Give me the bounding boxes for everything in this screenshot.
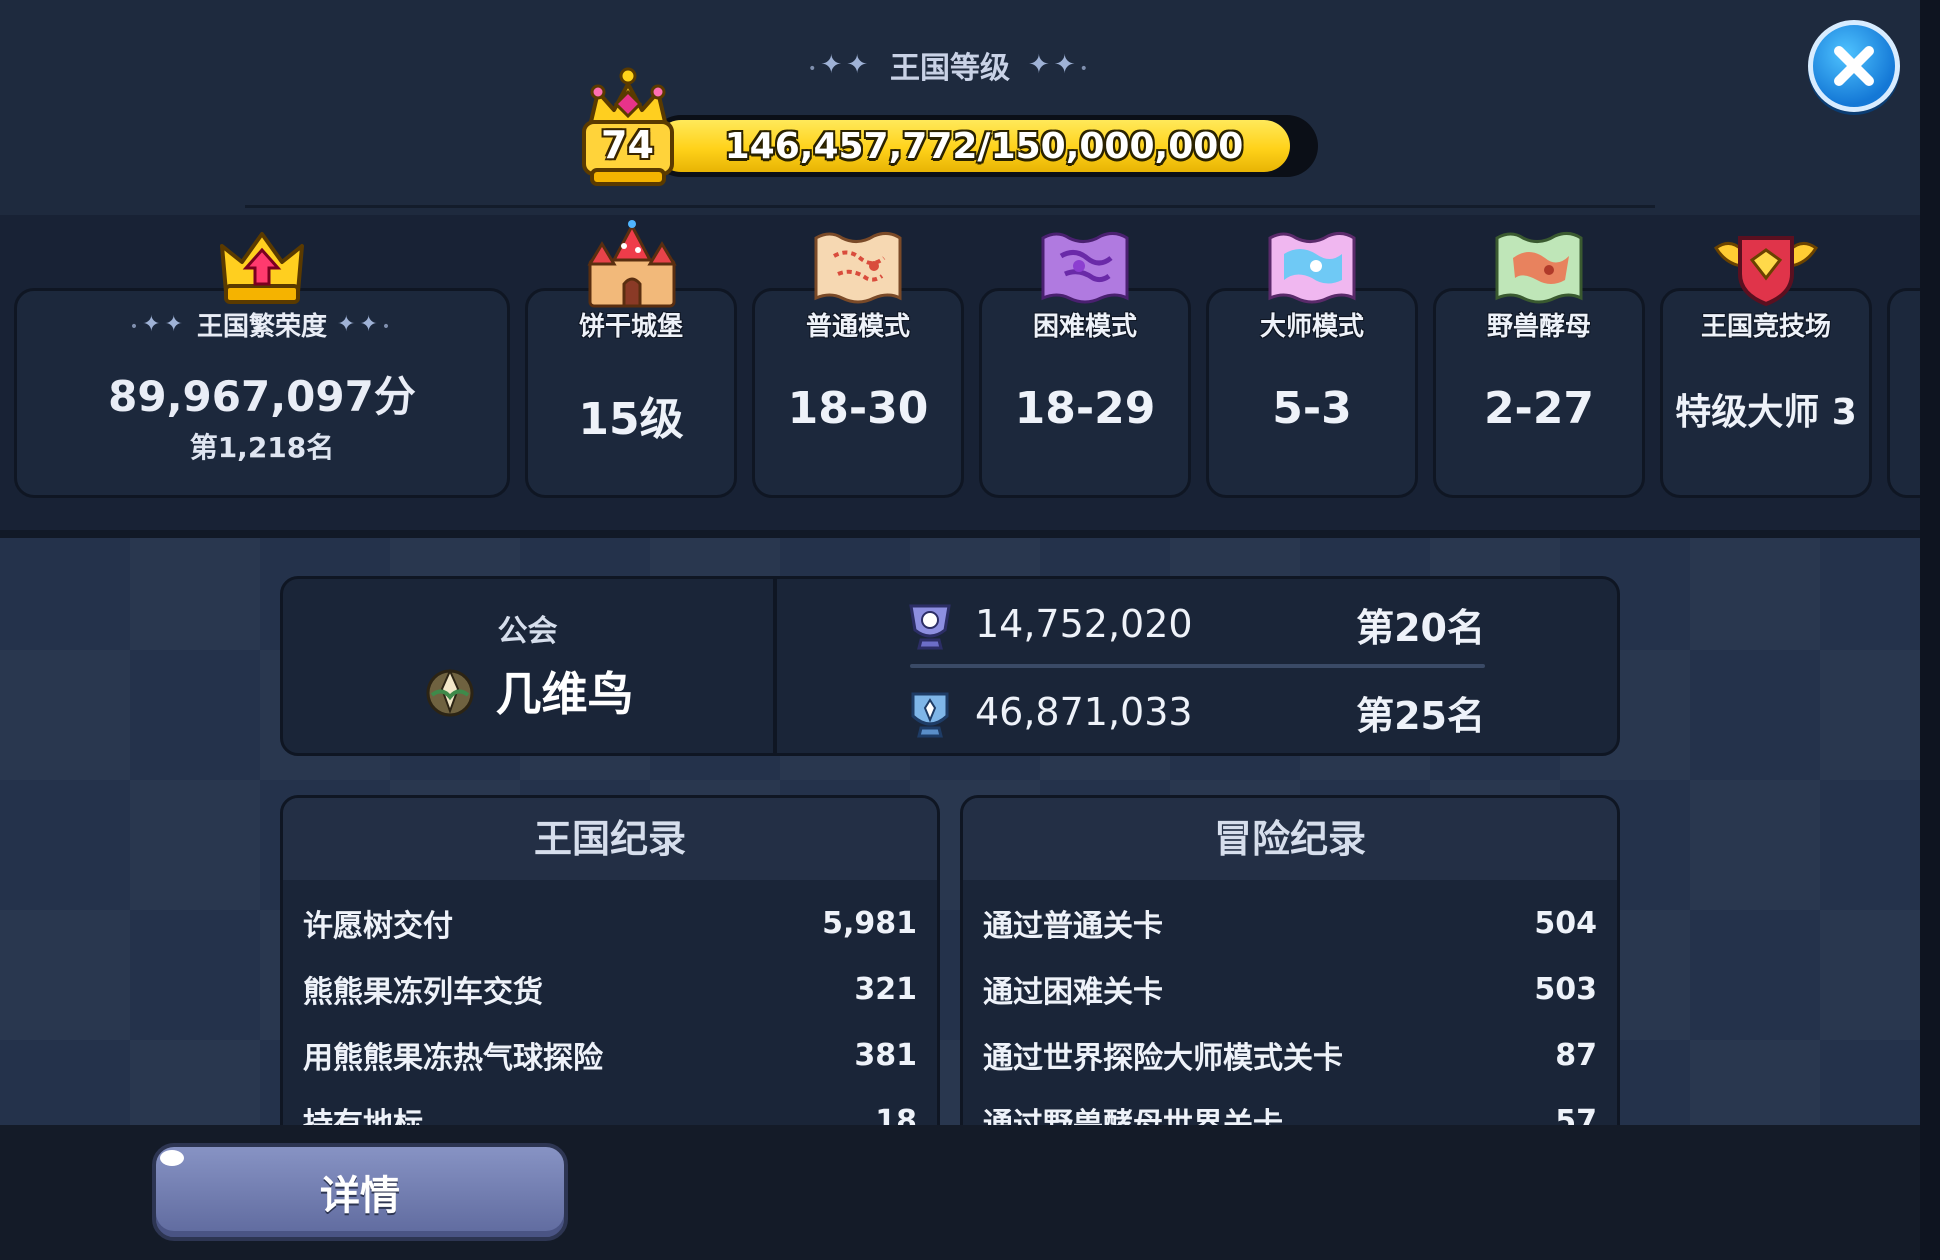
stat-card-label: 野兽酵母 — [1486, 312, 1591, 342]
prosperity-label-row: •✦✦ 王国繁荣度 ✦✦• — [17, 306, 507, 343]
record-label: 通过世界探险大师模式关卡 — [983, 1041, 1343, 1076]
stat-card-label: 困难模式 — [1032, 312, 1137, 342]
sparkle-left-icon: •✦✦ — [808, 50, 872, 80]
stat-card-label: 王国竞技场 — [1700, 312, 1831, 342]
stat-card-label: 普通模式 — [805, 312, 910, 342]
prosperity-card[interactable]: •✦✦ 王国繁荣度 ✦✦• 89,967,097分 第1,218名 — [14, 288, 510, 498]
record-label: 熊熊果冻列车交货 — [303, 975, 543, 1010]
button-shine — [160, 1150, 184, 1166]
screen-edge — [1920, 0, 1940, 1260]
guild-emblem-icon — [426, 668, 473, 717]
kingdom-records-panel: 王国纪录 许愿树交付 5,981 熊熊果冻列车交货 321 用熊熊果冻热气球探险… — [280, 795, 940, 1135]
adventure-records-title: 冒险纪录 — [963, 798, 1617, 880]
guild-stat-rank: 第20名 — [1356, 605, 1485, 650]
stat-card-beast-yeast[interactable]: 野兽酵母 2-27 — [1433, 288, 1645, 498]
stat-card-normal-mode[interactable]: 普通模式 18-30 — [752, 288, 964, 498]
list-item: 熊熊果冻列车交货 321 — [303, 964, 917, 1014]
prosperity-score: 89,967,097分 — [108, 372, 416, 421]
stat-card-label: 大师模式 — [1259, 312, 1364, 342]
guild-name-row[interactable]: 几维鸟 — [280, 658, 775, 724]
arena-shield-icon — [1713, 236, 1819, 307]
guild-name: 几维鸟 — [495, 667, 634, 721]
list-item: 用熊熊果冻热气球探险 381 — [303, 1030, 917, 1080]
record-value: 503 — [1534, 971, 1597, 1007]
stat-card-value: 2-27 — [1483, 383, 1595, 434]
record-label: 通过普通关卡 — [983, 909, 1163, 944]
list-item: 通过困难关卡 503 — [983, 964, 1597, 1014]
guild-stat-value: 14,752,020 — [975, 602, 1193, 646]
stat-card-value: 5-3 — [1272, 383, 1352, 434]
prosperity-label: 王国繁荣度 — [196, 312, 327, 342]
kingdom-level-header — [0, 0, 1920, 215]
list-item: 通过普通关卡 504 — [983, 898, 1597, 948]
master-map-icon — [1268, 231, 1356, 304]
kingdom-level-number: 74 — [601, 123, 654, 167]
record-value: 87 — [1555, 1037, 1597, 1073]
stat-card-label: 饼干城堡 — [578, 312, 683, 342]
kingdom-level-title: 王国等级 — [890, 51, 1010, 86]
sparkle-left-icon: •✦✦ — [129, 312, 187, 337]
stat-card-value: 15级 — [578, 394, 684, 445]
sparkle-right-icon: ✦✦• — [1028, 50, 1092, 80]
guild-stat-row: 46,871,033 第25名 — [905, 682, 1485, 742]
record-value: 381 — [854, 1037, 917, 1073]
guild-label: 公会 — [497, 614, 558, 649]
stat-card-value: 特级大师 3 — [1675, 392, 1857, 433]
guild-alliance-trophy-icon — [911, 692, 949, 738]
stat-card-value: 18-29 — [1014, 383, 1156, 434]
stats-strip-divider — [0, 530, 1920, 538]
detail-button[interactable]: 详情 — [152, 1143, 568, 1241]
header-divider — [245, 205, 1655, 208]
guild-stat-value: 46,871,033 — [975, 690, 1193, 734]
stat-card-hard-mode[interactable]: 困难模式 18-29 — [979, 288, 1191, 498]
record-label: 通过困难关卡 — [983, 975, 1163, 1010]
record-label: 用熊熊果冻热气球探险 — [303, 1041, 603, 1076]
guild-boss-trophy-icon — [909, 604, 951, 650]
hard-map-icon — [1041, 231, 1129, 304]
list-item: 许愿树交付 5,981 — [303, 898, 917, 948]
stat-card-castle[interactable]: 饼干城堡 15级 — [525, 288, 737, 498]
guild-stat-row: 14,752,020 第20名 — [905, 594, 1485, 654]
close-button[interactable] — [1808, 20, 1900, 112]
beast-map-icon — [1495, 231, 1583, 304]
close-icon — [1834, 46, 1874, 86]
record-value: 5,981 — [822, 905, 917, 941]
kingdom-records-title: 王国纪录 — [283, 798, 937, 880]
kingdom-level-title-row: •✦✦ 王国等级 ✦✦• — [0, 45, 1900, 86]
list-item: 通过世界探险大师模式关卡 87 — [983, 1030, 1597, 1080]
adventure-records-panel: 冒险纪录 通过普通关卡 504 通过困难关卡 503 通过世界探险大师模式关卡 … — [960, 795, 1620, 1135]
stat-card-value: 18-30 — [787, 383, 929, 434]
guild-stat-rank: 第25名 — [1356, 693, 1485, 738]
crown-up-icon — [220, 232, 304, 304]
kingdom-xp-text: 146,457,772/150,000,000 — [724, 126, 1244, 167]
record-value: 504 — [1534, 905, 1597, 941]
guild-stat-divider — [910, 664, 1485, 668]
stat-card-kingdom-arena[interactable]: 王国竞技场 特级大师 3 — [1660, 288, 1872, 498]
sparkle-right-icon: ✦✦• — [337, 312, 395, 337]
prosperity-rank: 第1,218名 — [189, 431, 335, 464]
record-value: 321 — [854, 971, 917, 1007]
stat-card-master-mode[interactable]: 大师模式 5-3 — [1206, 288, 1418, 498]
castle-icon — [587, 220, 677, 308]
record-label: 许愿树交付 — [303, 909, 453, 944]
normal-map-icon — [814, 231, 902, 304]
